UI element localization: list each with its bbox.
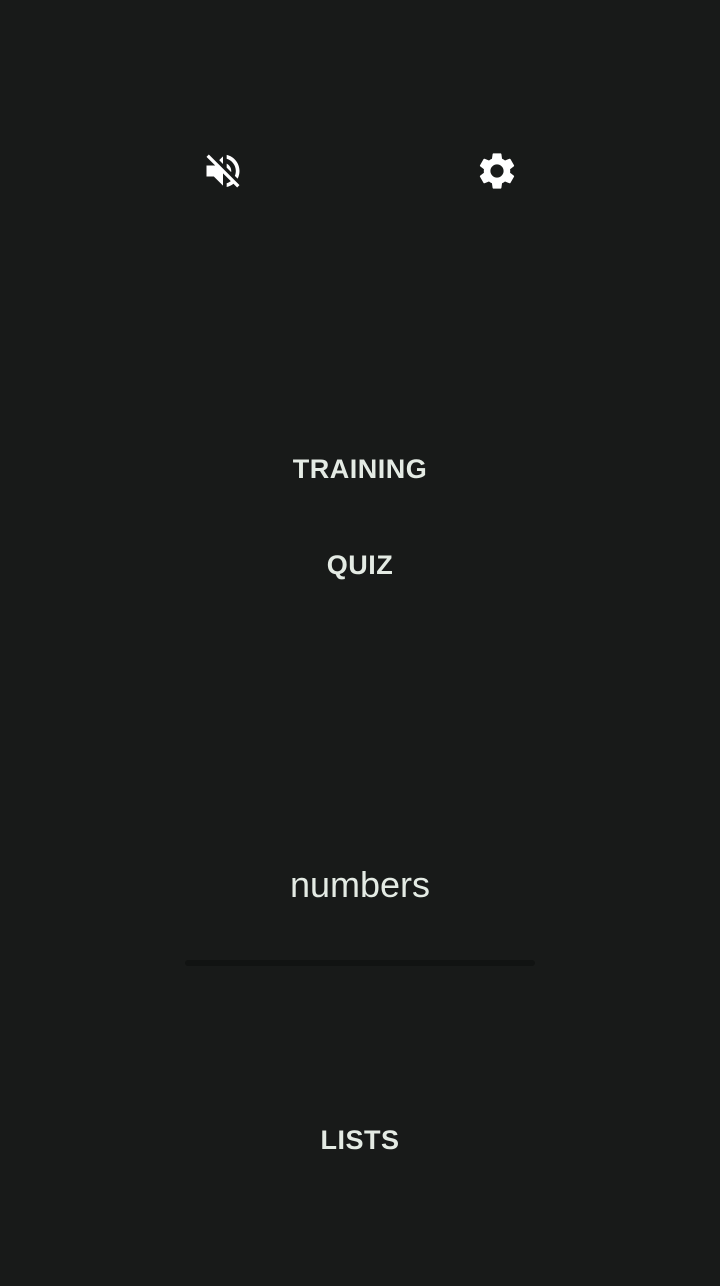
lists-button[interactable]: LISTS xyxy=(0,1125,720,1156)
gear-icon xyxy=(479,153,515,189)
settings-button[interactable] xyxy=(465,139,529,203)
mute-button[interactable] xyxy=(191,139,255,203)
list-selector[interactable]: numbers xyxy=(185,850,535,970)
selector-underline xyxy=(185,960,535,966)
volume-off-icon xyxy=(206,154,240,188)
quiz-button[interactable]: QUIZ xyxy=(0,550,720,581)
training-button[interactable]: TRAINING xyxy=(0,454,720,485)
selected-list-value: numbers xyxy=(289,864,431,905)
